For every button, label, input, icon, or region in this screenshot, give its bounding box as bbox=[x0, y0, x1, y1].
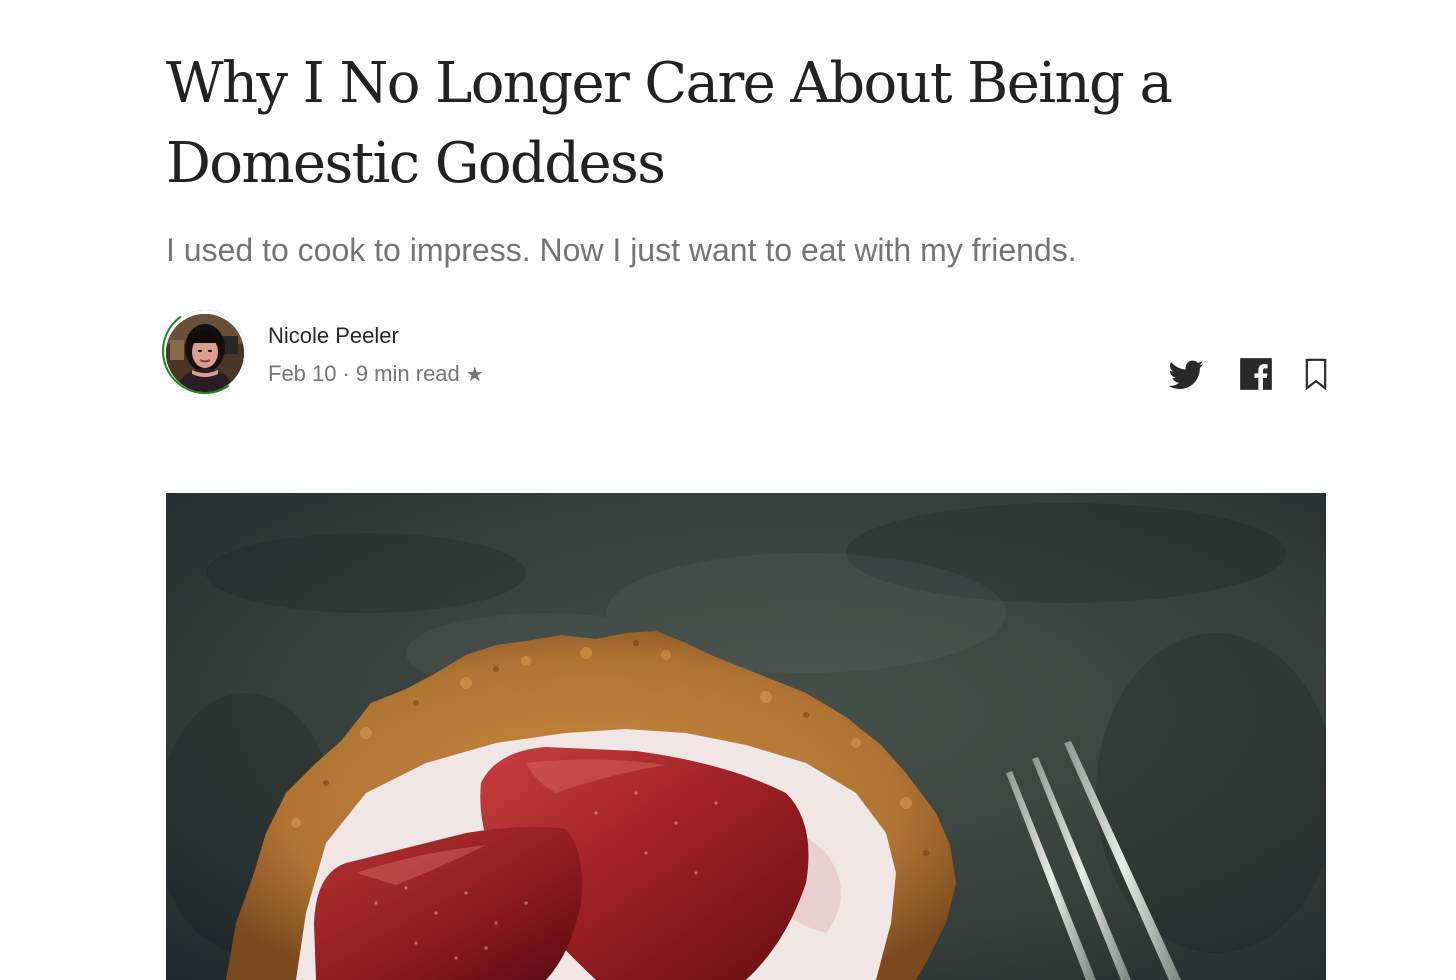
read-time: 9 min read bbox=[355, 361, 460, 386]
bookmark-button[interactable] bbox=[1296, 354, 1336, 394]
member-star-icon: ★ bbox=[465, 364, 484, 386]
byline: Nicole Peeler Feb 10 · 9 min read ★ bbox=[162, 308, 1327, 404]
hero-image bbox=[166, 493, 1326, 980]
facebook-share-button[interactable] bbox=[1236, 354, 1276, 394]
bookmark-icon bbox=[1305, 358, 1327, 391]
share-bar bbox=[1166, 354, 1327, 394]
author-avatar[interactable] bbox=[166, 314, 244, 392]
twitter-icon bbox=[1168, 360, 1204, 389]
author-avatar-image bbox=[166, 314, 244, 392]
post-meta: Feb 10 · 9 min read ★ bbox=[268, 360, 484, 389]
twitter-share-button[interactable] bbox=[1166, 354, 1206, 394]
facebook-icon bbox=[1240, 358, 1272, 390]
hero-photo bbox=[166, 493, 1326, 980]
post-date[interactable]: Feb 10 bbox=[268, 361, 337, 386]
article-title: Why I No Longer Care About Being a Domes… bbox=[166, 51, 1173, 196]
meta-separator: · bbox=[342, 361, 350, 386]
article-subtitle: I used to cook to impress. Now I just wa… bbox=[166, 232, 1077, 268]
author-name[interactable]: Nicole Peeler bbox=[268, 322, 399, 350]
